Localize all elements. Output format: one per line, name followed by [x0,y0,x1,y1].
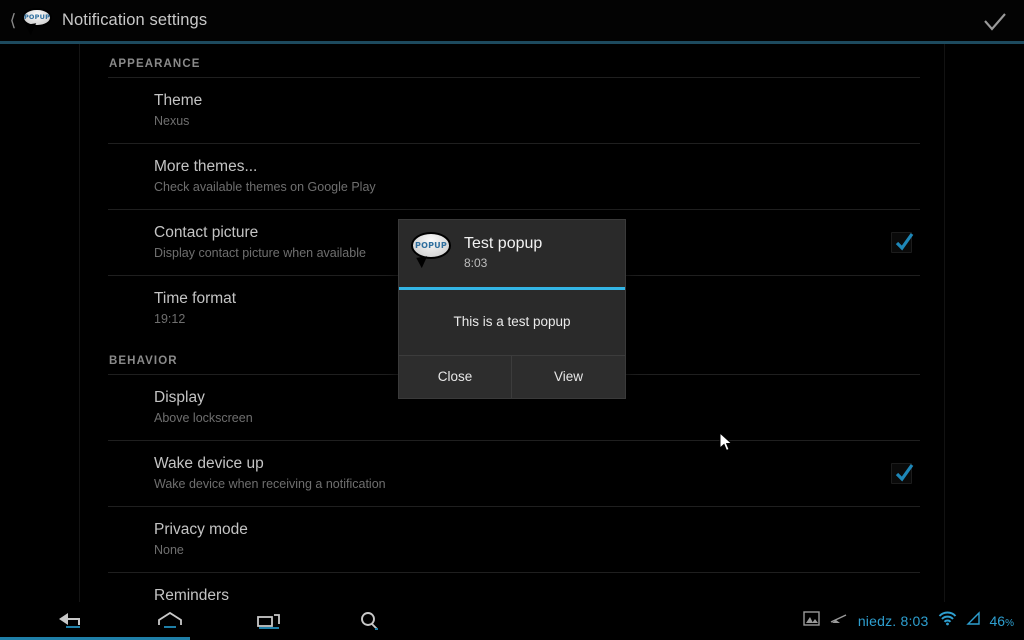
setting-subtitle: None [154,543,184,557]
setting-row-privacy-mode[interactable]: Privacy mode None [80,507,944,572]
battery-level: 46% [990,613,1014,629]
back-nav-icon[interactable] [20,602,120,640]
view-button[interactable]: View [512,356,625,398]
search-nav-icon[interactable] [320,602,420,640]
status-area[interactable]: niedz. 8:03 46% [803,602,1014,640]
dialog-timestamp: 8:03 [464,256,488,270]
battery-level-value: 46 [989,613,1006,629]
nav-icon-group [20,602,420,640]
dialog-message: This is a test popup [453,314,571,329]
checkmark-icon[interactable] [978,8,1012,34]
home-nav-icon[interactable] [120,602,220,640]
system-navigation-bar: niedz. 8:03 46% [0,602,1024,640]
battery-triangle-icon [965,611,981,631]
setting-subtitle: Nexus [154,114,190,128]
dialog-title: Test popup [464,235,543,252]
setting-title: Theme [154,92,203,109]
checkbox-contact-picture[interactable] [891,232,914,253]
image-icon [803,611,820,631]
checkbox-wake-device-up[interactable] [891,463,914,484]
setting-row-more-themes[interactable]: More themes... Check available themes on… [80,144,944,209]
action-bar: ⟨ POPUP Notification settings [0,0,1024,41]
close-button[interactable]: Close [399,356,512,398]
popup-bubble-icon: POPUP [22,6,56,36]
chevron-left-icon[interactable]: ⟨ [4,0,22,41]
setting-title: Wake device up [154,455,264,472]
android-tablet-screen: ⟨ POPUP Notification settings APPEARANCE… [0,0,1024,640]
setting-subtitle: Above lockscreen [154,411,253,425]
popup-bubble-icon-label: POPUP [415,240,447,250]
setting-subtitle: Wake device when receiving a notificatio… [154,477,386,491]
mouse-pointer-icon [719,431,735,459]
setting-title: More themes... [154,158,258,175]
page-title: Notification settings [62,11,208,29]
battery-level-unit: % [1005,618,1014,629]
dialog-button-row: Close View [399,355,625,398]
setting-row-theme[interactable]: Theme Nexus [80,78,944,143]
recents-nav-icon[interactable] [220,602,320,640]
test-popup-dialog: POPUP Test popup 8:03 This is a test pop… [398,219,626,399]
setting-row-wake-device-up[interactable]: Wake device up Wake device when receivin… [80,441,944,506]
dialog-header: POPUP Test popup 8:03 [399,220,625,287]
popup-bubble-icon: POPUP [411,232,451,273]
wifi-icon [938,611,957,631]
signal-icon [829,611,849,631]
setting-subtitle: Check available themes on Google Play [154,180,376,194]
section-header-appearance: APPEARANCE [109,58,201,70]
popup-bubble-icon-label: POPUP [23,13,51,22]
status-clock: niedz. 8:03 [857,613,929,629]
setting-title: Privacy mode [154,521,248,538]
